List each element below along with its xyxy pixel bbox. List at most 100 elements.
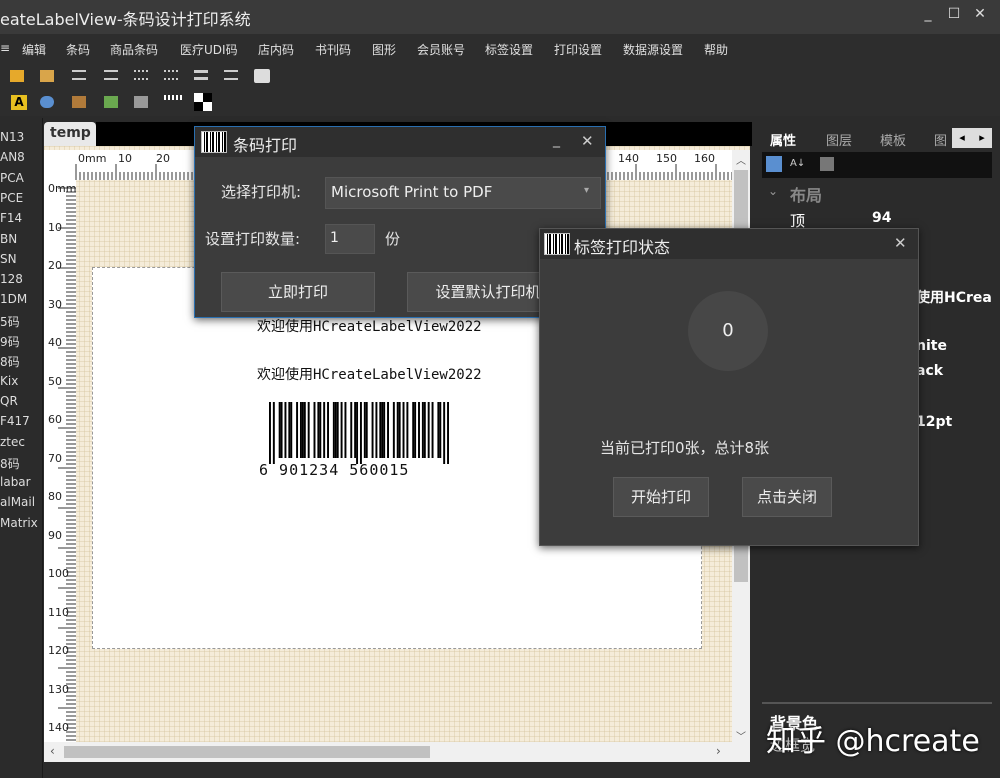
barcode-tool-icon[interactable]: [164, 95, 184, 100]
scroll-down-icon[interactable]: ﹀: [736, 728, 746, 743]
grid-icon[interactable]: [134, 96, 148, 108]
print-now-button[interactable]: 立即打印: [221, 272, 375, 312]
label-text-2[interactable]: 欢迎使用HCreateLabelView2022: [257, 364, 482, 384]
menu-print-settings[interactable]: 打印设置: [554, 41, 602, 58]
ruler-label: 110: [48, 605, 69, 619]
align-left-icon[interactable]: [72, 70, 86, 80]
ruler-label: 80: [48, 490, 62, 503]
barcode-type-item[interactable]: labar: [0, 475, 31, 489]
sort-az-icon[interactable]: A↓: [790, 156, 806, 172]
menu-barcode[interactable]: 条码: [66, 41, 90, 58]
maximize-button[interactable]: ☐: [942, 6, 966, 26]
barcode-type-item[interactable]: 8码: [0, 353, 20, 370]
ruler-label: 50: [48, 374, 62, 388]
prop-fontsize-value[interactable]: 12pt: [916, 414, 952, 430]
list-icon[interactable]: [134, 70, 148, 80]
tab-scroll-right-icon[interactable]: ▸: [972, 128, 992, 148]
menu-udi[interactable]: 医疗UDI码: [180, 41, 238, 58]
tab-images[interactable]: 图: [934, 130, 947, 149]
barcode-type-item[interactable]: BN: [0, 232, 17, 246]
label-text-1[interactable]: 欢迎使用HCreateLabelView2022: [257, 316, 482, 336]
menu-graphics[interactable]: 图形: [372, 41, 396, 58]
menu-help[interactable]: 帮助: [704, 41, 728, 58]
barcode-digits: 6 901234 560015: [259, 461, 410, 479]
ruler-label: 70: [48, 451, 62, 465]
ruler-label: 40: [48, 336, 62, 349]
scroll-left-icon[interactable]: ‹: [50, 744, 55, 758]
scroll-right-icon[interactable]: ›: [716, 744, 721, 758]
status-dialog-close[interactable]: ✕: [894, 234, 907, 252]
barcode-type-item[interactable]: ztec: [0, 435, 25, 449]
property-pages-icon[interactable]: [820, 157, 834, 171]
horizontal-scroll-thumb[interactable]: [64, 746, 430, 758]
toolbar-insert: A: [0, 88, 1000, 116]
prop-text-value[interactable]: 使用HCrea: [916, 287, 992, 307]
font-color-icon[interactable]: A: [11, 95, 27, 110]
section-layout: 布局: [790, 186, 823, 205]
ruler-label: 60: [48, 413, 62, 426]
align-center-icon[interactable]: [224, 70, 238, 80]
tab-properties[interactable]: 属性: [770, 130, 796, 149]
barcode-type-item[interactable]: AN8: [0, 150, 25, 164]
image-icon[interactable]: [40, 96, 54, 108]
paste-icon[interactable]: [40, 70, 54, 82]
barcode-type-item[interactable]: Kix: [0, 374, 18, 388]
ruler-label: 150: [656, 152, 677, 165]
barcode-type-item[interactable]: alMail: [0, 495, 35, 509]
barcode-type-item[interactable]: PCA: [0, 171, 24, 185]
ruler-label: 130: [48, 682, 69, 696]
close-status-button[interactable]: 点击关闭: [742, 477, 832, 517]
minimize-button[interactable]: _: [916, 6, 940, 26]
barcode-type-item[interactable]: Matrix: [0, 516, 38, 530]
print-dialog-minimize[interactable]: _: [553, 132, 560, 148]
ruler-label: 30: [48, 297, 62, 311]
menu-product-barcode[interactable]: 商品条码: [110, 41, 158, 58]
menu-file[interactable]: ≡: [0, 41, 10, 55]
barcode-type-item[interactable]: 5码: [0, 313, 20, 330]
printer-select[interactable]: Microsoft Print to PDF ▾: [325, 177, 601, 209]
scroll-up-icon[interactable]: ︿: [736, 152, 746, 167]
prop-top-value[interactable]: 94: [872, 210, 891, 226]
printer-icon[interactable]: [254, 69, 270, 83]
menu-member[interactable]: 会员账号: [417, 41, 465, 58]
barcode-type-item[interactable]: 128: [0, 272, 23, 286]
tab-layers[interactable]: 图层: [826, 130, 852, 149]
barcode-type-item[interactable]: QR: [0, 394, 18, 408]
align-right-icon[interactable]: [104, 70, 118, 80]
picture-icon[interactable]: [72, 96, 86, 108]
prop-forecolor-value[interactable]: nite: [916, 338, 947, 354]
ruler-label: 10: [118, 152, 132, 165]
start-print-button[interactable]: 开始打印: [613, 477, 709, 517]
print-dialog-close[interactable]: ✕: [581, 132, 594, 150]
menu-edit[interactable]: 编辑: [22, 41, 46, 58]
categorized-icon[interactable]: [766, 156, 782, 172]
ruler-label: 140: [48, 721, 69, 734]
numbered-list-icon[interactable]: [164, 70, 178, 80]
barcode-type-item[interactable]: N13: [0, 130, 24, 144]
chevron-down-icon: ▾: [584, 185, 590, 196]
barcode-type-item[interactable]: 9码: [0, 333, 20, 350]
barcode-type-item[interactable]: F417: [0, 414, 30, 428]
menu-book-code[interactable]: 书刊码: [315, 41, 351, 58]
barcode-type-item[interactable]: PCE: [0, 191, 23, 205]
title-bar: eateLabelView-条码设计打印系统 _ ☐ ✕: [0, 0, 1000, 34]
barcode-type-item[interactable]: SN: [0, 252, 17, 266]
barcode-type-item[interactable]: 1DM: [0, 292, 27, 306]
folder-icon[interactable]: [10, 70, 24, 82]
barcode-type-item[interactable]: F14: [0, 211, 22, 225]
justify-icon[interactable]: [194, 70, 208, 80]
collapse-icon[interactable]: ⌄: [768, 184, 778, 198]
tab-scroll-left-icon[interactable]: ◂: [952, 128, 972, 148]
menu-store-code[interactable]: 店内码: [258, 41, 294, 58]
menu-datasource[interactable]: 数据源设置: [623, 41, 683, 58]
tab-templates[interactable]: 模板: [880, 130, 906, 149]
barcode-type-item[interactable]: 8码: [0, 455, 20, 472]
qrcode-tool-icon[interactable]: [194, 93, 212, 111]
close-button[interactable]: ✕: [968, 6, 992, 26]
menu-label-settings[interactable]: 标签设置: [485, 41, 533, 58]
quantity-input[interactable]: 1: [325, 224, 375, 254]
insert-icon[interactable]: [104, 96, 118, 108]
prop-backcolor-value[interactable]: ack: [916, 363, 943, 379]
tab-temp[interactable]: temp: [44, 122, 96, 146]
label-barcode[interactable]: [269, 402, 449, 464]
